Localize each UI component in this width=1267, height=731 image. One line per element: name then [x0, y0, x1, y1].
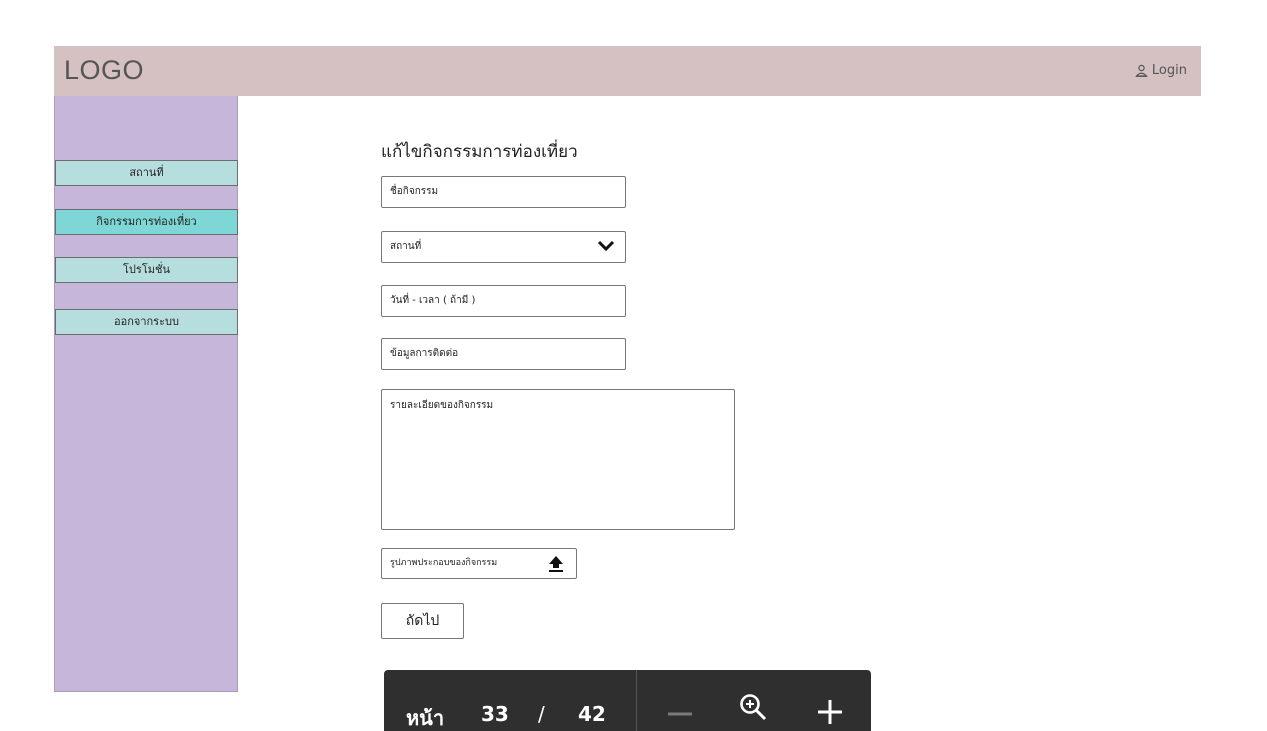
current-page[interactable]: 33	[481, 702, 509, 726]
chevron-down-icon	[597, 240, 615, 252]
datetime-input[interactable]: วันที่ - เวลา ( ถ้ามี )	[381, 285, 626, 317]
zoom-in-icon[interactable]	[738, 692, 768, 722]
location-select[interactable]: สถานที่	[381, 231, 626, 263]
logo: LOGO	[64, 55, 145, 85]
activity-name-input[interactable]: ชื่อกิจกรรม	[381, 176, 626, 208]
pdf-pager-toolbar: หน้า 33 / 42	[384, 670, 871, 731]
image-upload-label: รูปภาพประกอบของกิจกรรม	[390, 558, 498, 568]
total-pages: 42	[578, 702, 606, 726]
page: LOGO Login สถานที่ กิจกรรมการท่องเที่ยว …	[0, 0, 1267, 731]
sidebar: สถานที่ กิจกรรมการท่องเที่ยว โปรโมชั่น อ…	[54, 96, 238, 692]
upload-icon[interactable]	[548, 555, 564, 573]
sidebar-item-promotion[interactable]: โปรโมชั่น	[55, 257, 238, 283]
page-title: แก้ไขกิจกรรมการท่องเที่ยว	[381, 142, 578, 162]
sidebar-item-logout[interactable]: ออกจากระบบ	[55, 309, 238, 335]
sidebar-item-activities[interactable]: กิจกรรมการท่องเที่ยว	[55, 209, 238, 235]
plus-icon[interactable]	[815, 694, 845, 724]
details-textarea[interactable]: รายละเอียดของกิจกรรม	[381, 389, 735, 530]
contact-input[interactable]: ข้อมูลการติดต่อ	[381, 338, 626, 370]
location-select-value: สถานที่	[390, 241, 422, 252]
header-bar: LOGO Login	[54, 46, 1201, 96]
page-label: หน้า	[406, 706, 445, 730]
page-separator: /	[538, 702, 545, 726]
image-upload-field[interactable]: รูปภาพประกอบของกิจกรรม	[381, 548, 577, 579]
user-icon	[1135, 64, 1148, 77]
next-button[interactable]: ถัดไป	[381, 603, 464, 639]
sidebar-item-location[interactable]: สถานที่	[55, 160, 238, 186]
page-indicator: หน้า 33 / 42	[384, 670, 637, 731]
minus-icon[interactable]	[665, 694, 695, 724]
login-label: Login	[1151, 63, 1187, 78]
login-link[interactable]: Login	[1135, 63, 1187, 78]
